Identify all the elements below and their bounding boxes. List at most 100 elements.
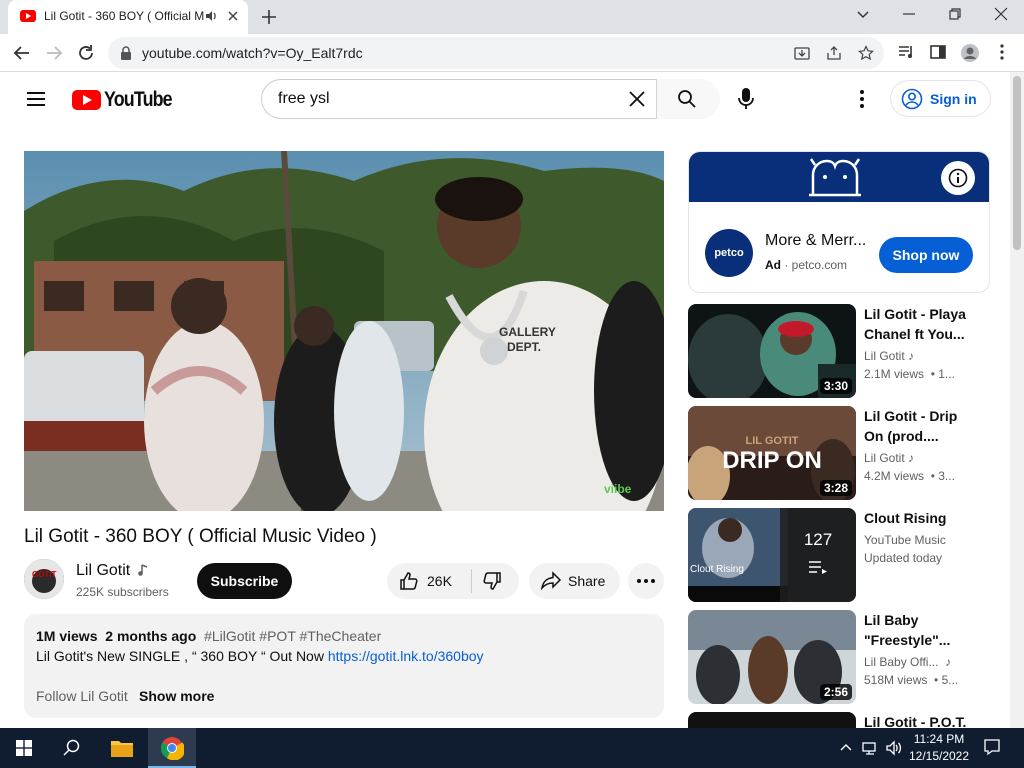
playlist-overlay: 127 [780, 508, 856, 602]
restore-icon[interactable] [947, 6, 963, 22]
search-button[interactable] [656, 79, 720, 119]
browser-toolbar: youtube.com/watch?v=Oy_Ealt7rdc [0, 34, 1024, 72]
guide-menu-icon[interactable] [26, 91, 46, 107]
bookmark-star-icon[interactable] [858, 45, 874, 61]
media-queue-icon[interactable] [897, 43, 915, 61]
clear-search-icon[interactable] [628, 90, 646, 108]
chrome-menu-icon[interactable] [994, 43, 1010, 61]
related-video[interactable]: 3:30 Lil Gotit - Playa Chanel ft You... … [688, 304, 990, 398]
file-explorer-button[interactable] [98, 728, 146, 768]
windows-logo-icon [16, 740, 32, 756]
related-title[interactable]: Clout Rising [864, 508, 972, 528]
share-page-icon[interactable] [826, 45, 842, 61]
more-actions-button[interactable] [628, 563, 664, 599]
new-tab-icon[interactable] [260, 8, 278, 26]
tab-search-chevron-icon[interactable] [855, 6, 871, 22]
address-bar[interactable]: youtube.com/watch?v=Oy_Ealt7rdc [108, 37, 884, 69]
notifications-icon[interactable] [983, 738, 1001, 756]
svg-text:viibe: viibe [604, 482, 632, 496]
settings-kebab-icon[interactable] [852, 89, 872, 109]
minimize-icon[interactable] [901, 6, 917, 22]
install-app-icon[interactable] [794, 45, 810, 61]
share-button[interactable]: Share [529, 563, 620, 599]
thumbs-down-icon [482, 571, 502, 591]
related-thumbnail[interactable] [688, 712, 856, 728]
related-video[interactable]: 2:56 Lil Baby "Freestyle"... Lil Baby Of… [688, 610, 990, 704]
show-more-button[interactable]: Show more [135, 688, 215, 704]
related-channel-name: Lil Gotit [864, 349, 905, 363]
network-icon[interactable] [862, 740, 880, 756]
video-duration: 2:56 [819, 684, 852, 700]
ad-banner[interactable] [689, 152, 989, 202]
volume-icon[interactable] [885, 740, 903, 756]
ad-info-button[interactable] [941, 161, 975, 195]
back-arrow-icon[interactable] [12, 43, 32, 63]
start-button[interactable] [0, 728, 48, 768]
related-age: • 1... [930, 367, 955, 381]
svg-text:DEPT.: DEPT. [507, 340, 541, 354]
related-mix[interactable]: 127 Clout Rising Clout Rising YouTube Mu… [688, 508, 990, 602]
voice-search-mic-icon[interactable] [736, 87, 756, 111]
video-title: Lil Gotit - 360 BOY ( Official Music Vid… [24, 526, 377, 547]
related-title[interactable]: Lil Gotit - Playa Chanel ft You... [864, 304, 972, 344]
shop-now-button[interactable]: Shop now [879, 237, 973, 273]
ad-card[interactable]: petco More & Merr... Ad · petco.com Shop… [688, 151, 990, 293]
related-view-count: 518M views [864, 673, 928, 687]
related-channel-name: Lil Gotit [864, 451, 905, 465]
taskbar-search-button[interactable] [48, 728, 96, 768]
youtube-logo-text: YouTube [104, 88, 173, 111]
forward-arrow-icon[interactable] [44, 43, 64, 63]
shirt-text: GALLERY [499, 325, 556, 339]
taskbar-clock[interactable]: 11:24 PM 12/15/2022 [908, 731, 970, 765]
reload-icon[interactable] [76, 43, 96, 63]
video-description[interactable]: 1M views 2 months ago #LilGotit #POT #Th… [24, 614, 664, 718]
url-text[interactable]: youtube.com/watch?v=Oy_Ealt7rdc [142, 45, 363, 61]
info-icon [948, 168, 968, 188]
advertiser-logo[interactable]: petco [705, 229, 753, 277]
browser-tab-active[interactable]: Lil Gotit - 360 BOY ( Official Music Vid… [8, 0, 248, 34]
hashtags[interactable]: #LilGotit #POT #TheCheater [204, 628, 381, 644]
related-channel[interactable]: Lil Gotit ♪ [864, 349, 914, 363]
profile-avatar-icon[interactable] [960, 43, 980, 63]
search-input[interactable] [278, 89, 608, 109]
channel-name[interactable]: Lil Gotit [76, 562, 130, 580]
related-video[interactable]: LIL GOTIT DRIP ON 3:28 Lil Gotit - Drip … [688, 406, 990, 500]
music-note-icon: ♪ [908, 349, 915, 363]
related-title[interactable]: Lil Baby "Freestyle"... [864, 610, 972, 650]
search-box[interactable] [261, 79, 720, 119]
windows-taskbar: 11:24 PM 12/15/2022 [0, 728, 1024, 768]
share-arrow-icon [540, 571, 562, 591]
lock-icon[interactable] [120, 46, 132, 60]
related-title[interactable]: Lil Gotit - P.O.T. [864, 712, 972, 728]
sign-in-button[interactable]: Sign in [890, 80, 991, 117]
related-thumbnail[interactable]: LIL GOTIT DRIP ON 3:28 [688, 406, 856, 500]
related-views: 518M views • 5... [864, 673, 958, 687]
related-views: 2.1M views • 1... [864, 367, 955, 381]
related-channel[interactable]: Lil Gotit ♪ [864, 451, 914, 465]
close-tab-icon[interactable] [226, 9, 240, 23]
speaker-icon[interactable] [204, 9, 218, 23]
ad-title[interactable]: More & Merr... [765, 232, 869, 250]
video-player[interactable]: GALLERY DEPT. viibe [24, 151, 664, 511]
related-view-count: 2.1M views [864, 367, 925, 381]
description-link[interactable]: https://gotit.lnk.to/360boy [328, 648, 484, 664]
scrollbar-thumb[interactable] [1013, 76, 1021, 250]
related-channel[interactable]: YouTube Music [864, 533, 946, 547]
related-thumbnail[interactable]: 127 Clout Rising [688, 508, 856, 602]
related-thumbnail[interactable]: 2:56 [688, 610, 856, 704]
show-hidden-icons-chevron-icon[interactable] [839, 740, 853, 754]
related-channel[interactable]: Lil Baby Offi... ♪ [864, 655, 951, 669]
related-video[interactable]: Lil Gotit - P.O.T. [688, 712, 990, 728]
channel-avatar[interactable]: GOTIT [24, 559, 64, 599]
like-button[interactable]: 26K [387, 563, 471, 599]
chrome-taskbar-button[interactable] [148, 728, 196, 768]
related-title[interactable]: Lil Gotit - Drip On (prod.... [864, 406, 972, 446]
side-panel-icon[interactable] [929, 43, 947, 61]
related-thumbnail[interactable]: 3:30 [688, 304, 856, 398]
video-frame-image: GALLERY DEPT. viibe [24, 151, 664, 511]
close-window-icon[interactable] [993, 6, 1009, 22]
thumbs-up-icon [399, 571, 419, 591]
page-scrollbar[interactable] [1010, 72, 1024, 728]
dislike-button[interactable] [472, 563, 519, 599]
subscribe-button[interactable]: Subscribe [197, 563, 292, 599]
